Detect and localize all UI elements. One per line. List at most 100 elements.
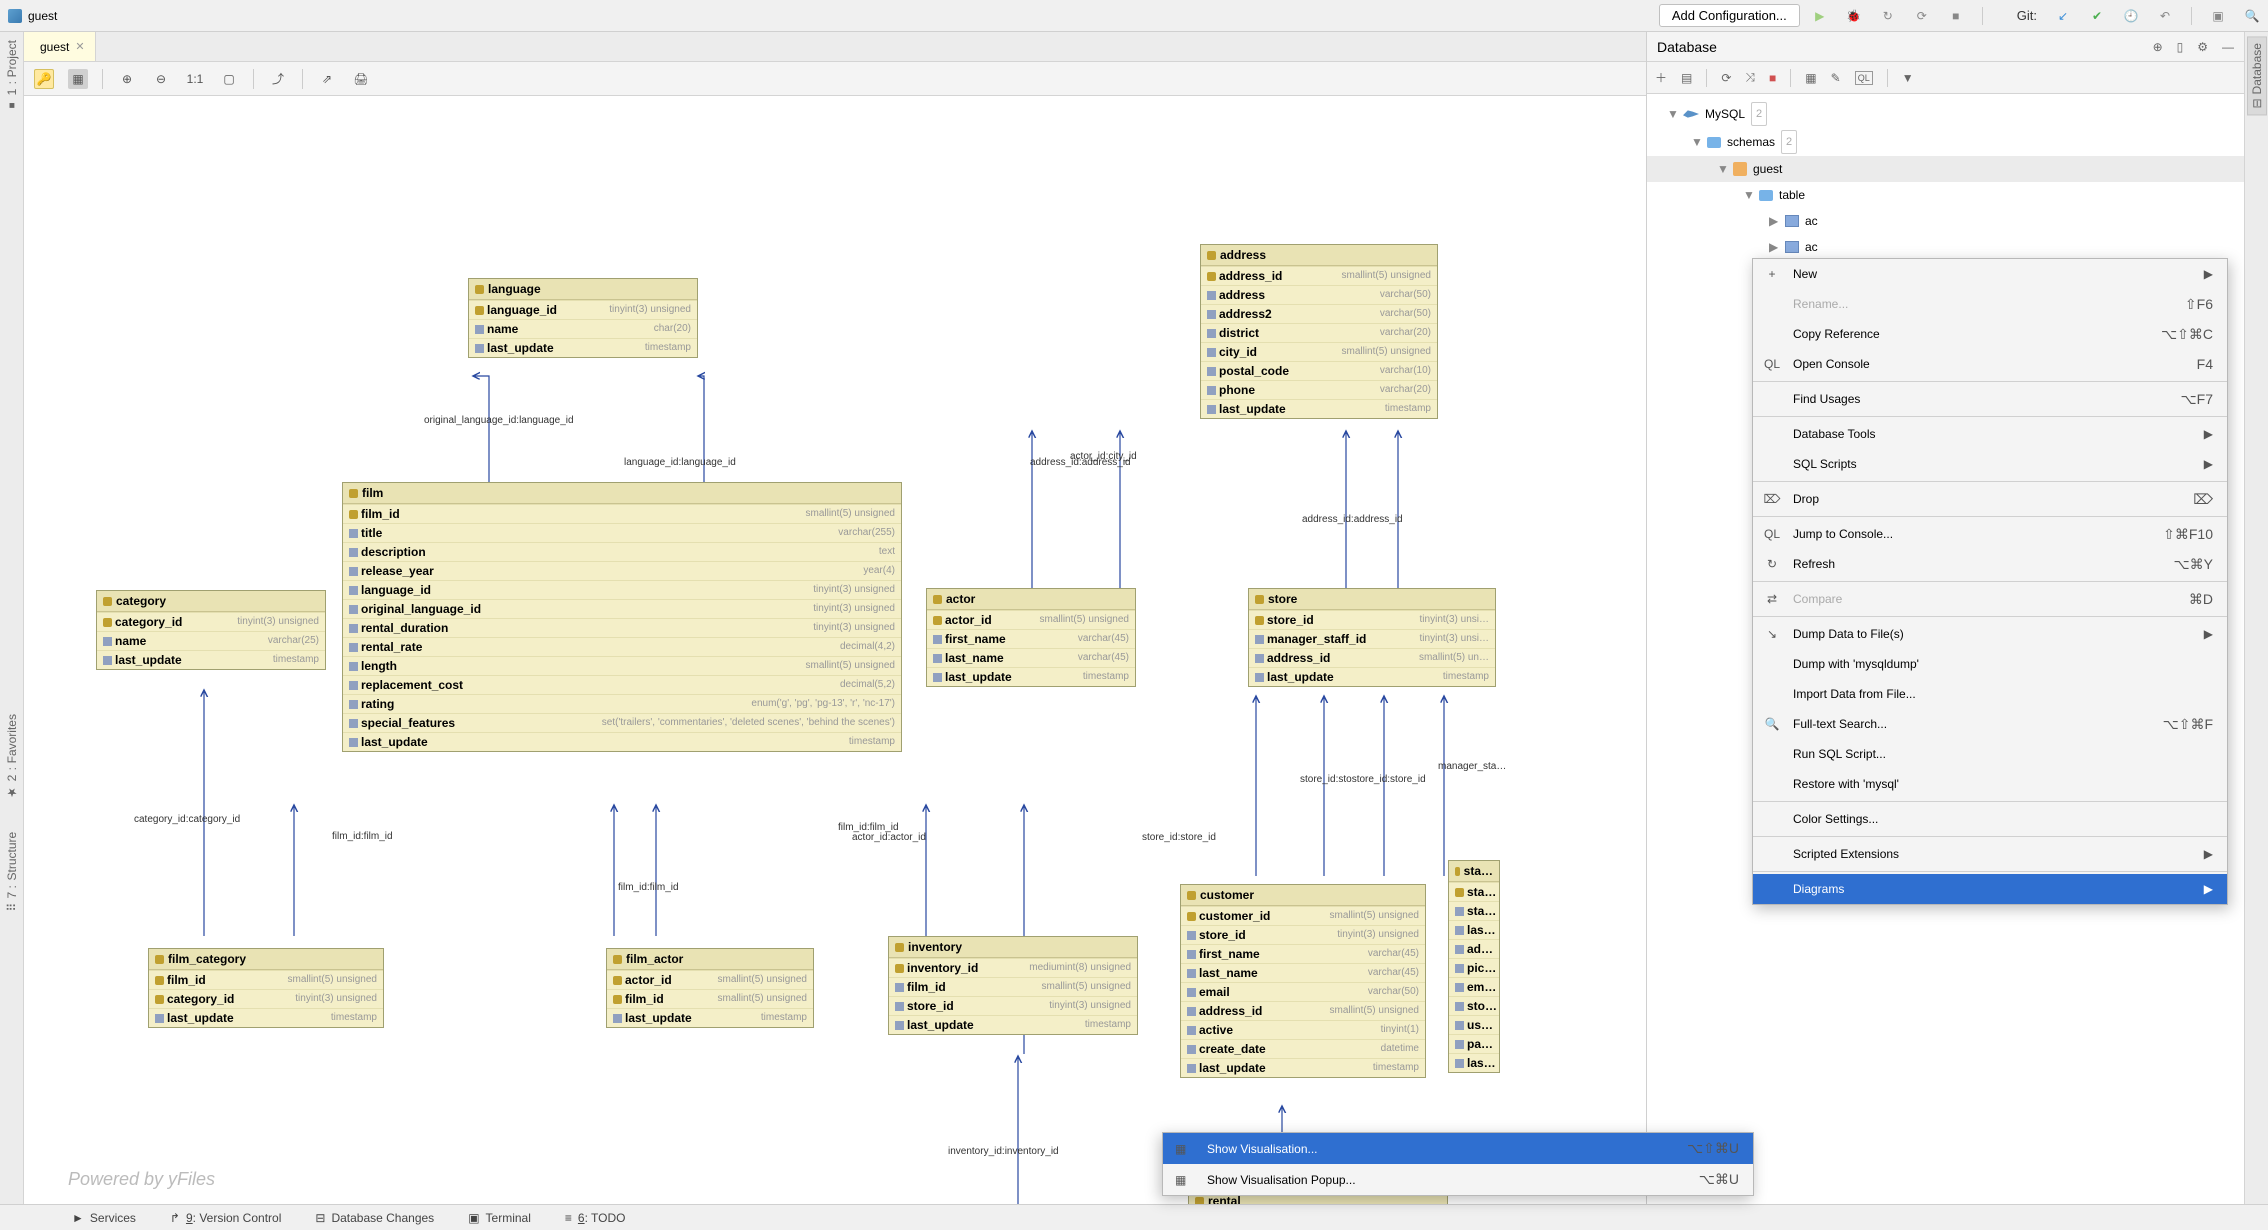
context-menu-item[interactable]: QLJump to Console...⇧⌘F10: [1753, 519, 2227, 549]
context-menu-item[interactable]: Scripted Extensions▶: [1753, 839, 2227, 869]
revert-icon[interactable]: ↶: [2157, 8, 2173, 24]
column-row[interactable]: address2varchar(50): [1201, 304, 1437, 323]
sidebar-item-favorites[interactable]: ★ 2: Favorites: [5, 714, 19, 799]
column-row[interactable]: store_idtinyint(3) unsigned: [889, 996, 1137, 1015]
entity-customer[interactable]: customer customer_idsmallint(5) unsigned…: [1180, 884, 1426, 1078]
tree-datasource-mysql[interactable]: ▼ MySQL 2: [1647, 100, 2244, 128]
tree-table-item[interactable]: ▶ac: [1647, 208, 2244, 234]
refresh-icon[interactable]: ⟳: [1721, 71, 1731, 85]
column-row[interactable]: last_updatetimestamp: [1201, 399, 1437, 418]
context-menu-item[interactable]: Diagrams▶: [1753, 874, 2227, 904]
column-row[interactable]: addressvarchar(50): [1201, 285, 1437, 304]
column-row[interactable]: category_idtinyint(3) unsigned: [149, 989, 383, 1008]
minimize-icon[interactable]: —: [2222, 40, 2234, 54]
column-row[interactable]: phonevarchar(20): [1201, 380, 1437, 399]
column-row[interactable]: us…: [1449, 1015, 1499, 1034]
column-row[interactable]: address_idsmallint(5) un…: [1249, 648, 1495, 667]
tree-table-item[interactable]: ▶ac: [1647, 234, 2244, 260]
context-menu-item[interactable]: Import Data from File...: [1753, 679, 2227, 709]
column-row[interactable]: film_idsmallint(5) unsigned: [889, 977, 1137, 996]
column-row[interactable]: last_updatetimestamp: [927, 667, 1135, 686]
column-row[interactable]: pic…: [1449, 958, 1499, 977]
entity-inventory[interactable]: inventory inventory_idmediumint(8) unsig…: [888, 936, 1138, 1035]
column-row[interactable]: first_namevarchar(45): [1181, 944, 1425, 963]
entity-actor[interactable]: actor actor_idsmallint(5) unsignedfirst_…: [926, 588, 1136, 687]
column-row[interactable]: actor_idsmallint(5) unsigned: [927, 610, 1135, 629]
column-row[interactable]: emailvarchar(50): [1181, 982, 1425, 1001]
key-columns-icon[interactable]: 🔑: [34, 69, 54, 89]
close-icon[interactable]: ✕: [75, 40, 84, 53]
entity-film-category[interactable]: film_category film_idsmallint(5) unsigne…: [148, 948, 384, 1028]
add-configuration-button[interactable]: Add Configuration...: [1659, 4, 1800, 27]
column-row[interactable]: pa…: [1449, 1034, 1499, 1053]
column-row[interactable]: postal_codevarchar(10): [1201, 361, 1437, 380]
edit-icon[interactable]: ✎: [1831, 71, 1841, 85]
column-row[interactable]: replacement_costdecimal(5,2): [343, 675, 901, 694]
entity-store[interactable]: store store_idtinyint(3) unsi…manager_st…: [1248, 588, 1496, 687]
context-menu-item[interactable]: ▦Show Visualisation...⌥⇧⌘U: [1163, 1133, 1753, 1164]
column-row[interactable]: lengthsmallint(5) unsigned: [343, 656, 901, 675]
column-row[interactable]: las…: [1449, 1053, 1499, 1072]
layout-icon[interactable]: ⤴: [268, 69, 288, 89]
bottom-bar-item[interactable]: ►Services: [72, 1211, 136, 1225]
column-row[interactable]: last_updatetimestamp: [1249, 667, 1495, 686]
column-row[interactable]: sta…: [1449, 882, 1499, 901]
column-row[interactable]: original_language_idtinyint(3) unsigned: [343, 599, 901, 618]
column-row[interactable]: language_idtinyint(3) unsigned: [343, 580, 901, 599]
column-row[interactable]: film_idsmallint(5) unsigned: [607, 989, 813, 1008]
context-menu-item[interactable]: SQL Scripts▶: [1753, 449, 2227, 479]
entity-category[interactable]: category category_idtinyint(3) unsigned …: [96, 590, 326, 670]
column-row[interactable]: rental_durationtinyint(3) unsigned: [343, 618, 901, 637]
column-row[interactable]: last_namevarchar(45): [1181, 963, 1425, 982]
column-row[interactable]: last_updatetimestamp: [607, 1008, 813, 1027]
context-menu-item[interactable]: 🔍Full-text Search...⌥⇧⌘F: [1753, 709, 2227, 739]
diagram-canvas[interactable]: language language_idtinyint(3) unsigned …: [24, 96, 1646, 1204]
tab-guest[interactable]: guest ✕: [24, 32, 96, 61]
column-row[interactable]: las…: [1449, 920, 1499, 939]
entity-address[interactable]: address address_idsmallint(5) unsignedad…: [1200, 244, 1438, 419]
column-row[interactable]: ad…: [1449, 939, 1499, 958]
context-menu-item[interactable]: Copy Reference⌥⇧⌘C: [1753, 319, 2227, 349]
column-row[interactable]: store_idtinyint(3) unsi…: [1249, 610, 1495, 629]
export-icon[interactable]: ⇗: [317, 69, 337, 89]
diagrams-submenu[interactable]: ▦Show Visualisation...⌥⇧⌘U▦Show Visualis…: [1162, 1132, 1754, 1196]
column-row[interactable]: manager_staff_idtinyint(3) unsi…: [1249, 629, 1495, 648]
sync-icon[interactable]: ⤨: [1745, 70, 1755, 85]
all-columns-icon[interactable]: ▦: [68, 69, 88, 89]
entity-film[interactable]: film film_idsmallint(5) unsignedtitlevar…: [342, 482, 902, 752]
column-row[interactable]: film_idsmallint(5) unsigned: [343, 504, 901, 523]
column-row[interactable]: create_datedatetime: [1181, 1039, 1425, 1058]
bottom-bar-item[interactable]: ≡6: TODO: [565, 1211, 626, 1225]
column-row[interactable]: last_namevarchar(45): [927, 648, 1135, 667]
stop-icon[interactable]: ■: [1769, 71, 1776, 85]
column-row[interactable]: city_idsmallint(5) unsigned: [1201, 342, 1437, 361]
profile-icon[interactable]: ⟳: [1914, 8, 1930, 24]
debug-icon[interactable]: 🐞: [1846, 8, 1862, 24]
context-menu[interactable]: +New▶Rename...⇧F6Copy Reference⌥⇧⌘CQLOpe…: [1752, 258, 2228, 905]
column-row[interactable]: address_idsmallint(5) unsigned: [1201, 266, 1437, 285]
duplicate-icon[interactable]: ▤: [1681, 71, 1692, 85]
filter-icon[interactable]: ▼: [1902, 71, 1914, 85]
add-icon[interactable]: ＋: [1655, 69, 1667, 86]
column-row[interactable]: titlevarchar(255): [343, 523, 901, 542]
history-icon[interactable]: 🕘: [2123, 8, 2139, 24]
zoom-in-icon[interactable]: ⊕: [117, 69, 137, 89]
column-row[interactable]: ratingenum('g', 'pg', 'pg-13', 'r', 'nc-…: [343, 694, 901, 713]
context-menu-item[interactable]: ▦Show Visualisation Popup...⌥⌘U: [1163, 1164, 1753, 1195]
table-view-icon[interactable]: ▦: [1805, 71, 1816, 85]
zoom-out-icon[interactable]: ⊖: [151, 69, 171, 89]
build-icon[interactable]: ▣: [2210, 8, 2226, 24]
tree-tables[interactable]: ▼ table: [1647, 182, 2244, 208]
context-menu-item[interactable]: +New▶: [1753, 259, 2227, 289]
context-menu-item[interactable]: Restore with 'mysql': [1753, 769, 2227, 799]
sidebar-item-project[interactable]: ■1: Project: [5, 40, 19, 110]
coverage-icon[interactable]: ↻: [1880, 8, 1896, 24]
actual-size-icon[interactable]: 1:1: [185, 69, 205, 89]
print-icon[interactable]: 🖨: [351, 69, 371, 89]
entity-language[interactable]: language language_idtinyint(3) unsigned …: [468, 278, 698, 358]
context-menu-item[interactable]: ↘Dump Data to File(s)▶: [1753, 619, 2227, 649]
context-menu-item[interactable]: Run SQL Script...: [1753, 739, 2227, 769]
column-row[interactable]: address_idsmallint(5) unsigned: [1181, 1001, 1425, 1020]
column-row[interactable]: last_updatetimestamp: [149, 1008, 383, 1027]
entity-film-actor[interactable]: film_actor actor_idsmallint(5) unsignedf…: [606, 948, 814, 1028]
